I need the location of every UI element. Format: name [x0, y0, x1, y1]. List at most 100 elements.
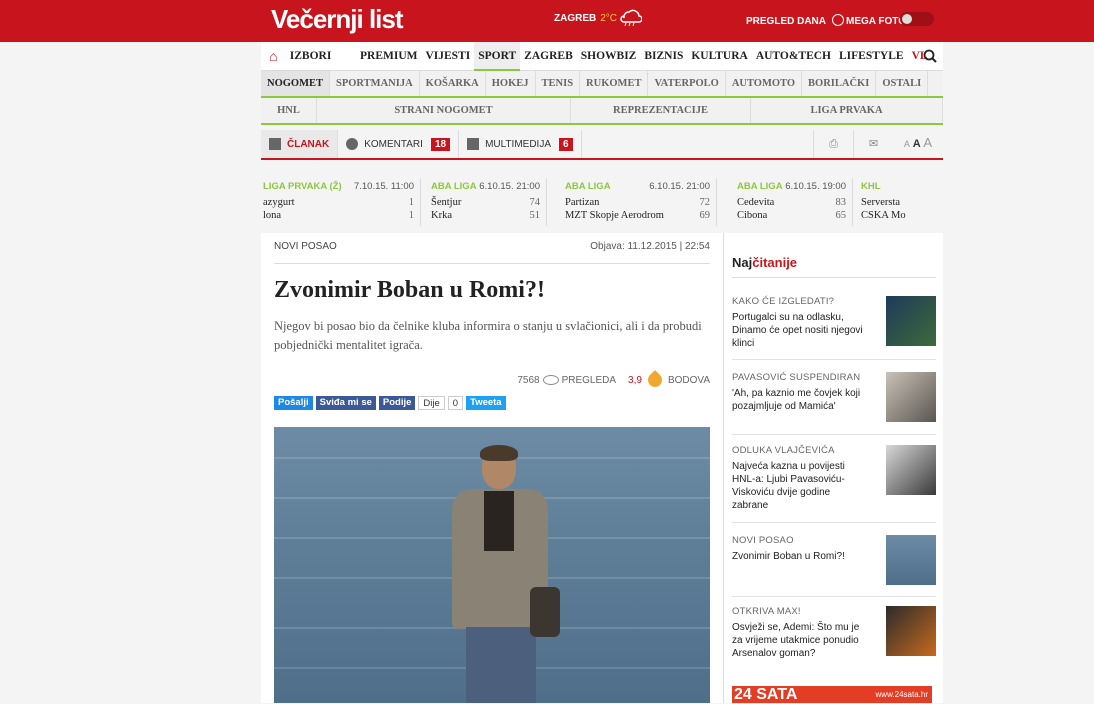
score-card[interactable]: ABA LIGA 6.10.15. 21:00 Partizan 72 MZT Sk… [547, 178, 717, 226]
score-value: 69 [699, 210, 711, 221]
nav-item-showbiz[interactable]: SHOWBIZ [577, 42, 641, 71]
nav-item-kultura[interactable]: KULTURA [687, 42, 751, 71]
most-read-item[interactable]: KAKO ĆE IZGLEDATI? Portugalci su na odla… [732, 296, 936, 360]
cloud-icon [620, 9, 642, 26]
article-category[interactable]: NOVI POSAO [274, 241, 337, 252]
tweet-button[interactable]: Tweeta [466, 396, 506, 410]
subnav-hokej[interactable]: HOKEJ [486, 71, 536, 96]
font-small-button[interactable]: A [904, 139, 910, 149]
article-stats: 7568 PREGLEDA 3,9 BODOVA [517, 370, 710, 390]
subnav-rukomet[interactable]: RUKOMET [580, 71, 649, 96]
subsub-liga-prvaka[interactable]: LIGA PRVAKA [751, 98, 943, 123]
font-large-button[interactable]: A [923, 135, 932, 150]
most-read-item[interactable]: NOVI POSAO Zvonimir Boban u Romi?! [732, 535, 936, 597]
subnav-tenis[interactable]: TENIS [536, 71, 581, 96]
nav-item-sport[interactable]: SPORT [474, 41, 521, 71]
item-headline: Osvježi se, Ademi: Što mu je za vrijeme … [732, 622, 860, 659]
24sata-logo: 24 SATA [734, 685, 798, 703]
article-tools: ⎙ ✉ A A A [813, 130, 943, 158]
score-value: 51 [529, 210, 541, 221]
pregled-dana-link[interactable]: PREGLED DANA [746, 16, 826, 27]
font-medium-button[interactable]: A [913, 138, 921, 150]
nav-item-izbori[interactable]: IZBORI 2015. [286, 42, 356, 91]
item-thumbnail [886, 372, 936, 422]
nav-item-vijesti[interactable]: VIJESTI [421, 42, 474, 71]
theme-toggle[interactable] [900, 12, 934, 26]
score-card[interactable]: ABA LIGA 6.10.15. 19:00 Cedevita 83 Cibona… [717, 178, 853, 226]
search-icon[interactable] [923, 49, 937, 63]
article-tabs: ČLANAK KOMENTARI 18 MULTIMEDIJA 6 ⎙ ✉ A A … [261, 130, 943, 160]
weather-widget[interactable]: ZAGREB 2°C [554, 13, 617, 24]
score-team: Cibona [737, 210, 768, 221]
rating-value: 3,9 [628, 374, 642, 386]
score-team: Partizan [565, 197, 600, 208]
most-read-sidebar: Najčitanije KAKO ĆE IZGLEDATI? Portugalc… [723, 233, 943, 703]
24sata-url: www.24sata.hr [875, 690, 928, 699]
home-icon[interactable]: ⌂ [261, 48, 286, 64]
font-size-control: A A A [893, 129, 943, 159]
tab-komentari[interactable]: KOMENTARI 18 [338, 130, 460, 158]
subsub-strani[interactable]: STRANI NOGOMET [317, 98, 571, 123]
nav-item-lifestyle[interactable]: LIFESTYLE [835, 42, 908, 71]
rating-icon[interactable] [645, 370, 665, 390]
24sata-banner[interactable]: 24 SATA www.24sata.hr [732, 686, 932, 703]
tab-multimedija-label: MULTIMEDIJA [485, 138, 551, 150]
subnav-vaterpolo[interactable]: VATERPOLO [648, 71, 726, 96]
views-label: PREGLEDA [561, 374, 617, 386]
tab-komentari-label: KOMENTARI [364, 138, 423, 150]
item-thumbnail [886, 606, 936, 656]
site-logo[interactable]: Večernji list [271, 4, 404, 35]
most-read-item[interactable]: ODLUKA VLAJČEVIĆA Najveća kazna u povije… [732, 445, 936, 523]
article-photo[interactable] [274, 427, 710, 703]
score-team: CSKA Mo [861, 210, 906, 221]
subnav-nogomet[interactable]: NOGOMET [261, 71, 331, 96]
mail-icon[interactable]: ✉ [853, 130, 893, 158]
item-headline: Zvonimir Boban u Romi?! [732, 551, 845, 562]
score-league: LIGA PRVAKA (Ž) [263, 181, 342, 192]
subnav-sportmanija[interactable]: SPORTMANIJA [330, 71, 420, 96]
rating-label: BODOVA [667, 374, 710, 386]
score-team: lona [263, 210, 282, 221]
subsub-reprezentacije[interactable]: REPREZENTACIJE [571, 98, 751, 123]
tab-clanak[interactable]: ČLANAK [261, 130, 339, 158]
nogomet-subnav: HNL STRANI NOGOMET REPREZENTACIJE LIGA P… [261, 98, 943, 125]
subnav-ostali[interactable]: OSTALI [876, 71, 929, 96]
top-header: Večernji list ZAGREB 2°C PREGLED DANA MEGA… [0, 0, 1094, 42]
score-card[interactable]: LIGA PRVAKA (Ž) 7.10.15. 11:00 azygurt 1 l… [261, 178, 421, 226]
camera-icon [467, 138, 480, 150]
facebook-like-button[interactable]: Sviđa mi se [315, 396, 376, 410]
most-read-title-b: čitanije [752, 255, 798, 270]
eye-icon [542, 375, 559, 385]
most-read-item[interactable]: OTKRIVA MAX! Osvježi se, Ademi: Što mu j… [732, 606, 936, 670]
top-links: PREGLED DANA MEGA FOTO [746, 14, 908, 27]
print-icon[interactable]: ⎙ [813, 130, 853, 158]
gplus-share-button[interactable]: Dije [418, 396, 445, 410]
score-card[interactable]: KHL Serversta CSKA Mo [853, 178, 921, 226]
most-read-title: Najčitanije [732, 255, 797, 270]
score-value: 1 [408, 210, 414, 221]
tab-multimedija[interactable]: MULTIMEDIJA 6 [459, 130, 582, 158]
messenger-send-button[interactable]: Pošalji [274, 396, 313, 410]
score-league: ABA LIGA [431, 181, 477, 192]
subsub-hnl[interactable]: HNL [261, 98, 317, 123]
score-value: 1 [408, 197, 414, 208]
score-date: 7.10.15. 11:00 [353, 181, 414, 192]
subnav-automoto[interactable]: AUTOMOTO [726, 71, 803, 96]
subnav-kosarka[interactable]: KOŠARKA [420, 71, 486, 96]
item-thumbnail [886, 445, 936, 495]
score-value: 74 [529, 197, 541, 208]
most-read-item[interactable]: PAVASOVIĆ SUSPENDIRAN 'Ah, pa kaznio me … [732, 372, 936, 435]
mega-foto-link[interactable]: MEGA FOTO [846, 16, 906, 27]
facebook-share-button[interactable]: Podije [378, 396, 416, 410]
nav-item-premium[interactable]: PREMIUM [356, 42, 422, 71]
score-team: MZT Skopje Aerodrom [565, 210, 664, 221]
subnav-borilacki[interactable]: BORILAČKI [802, 71, 877, 96]
score-value: 65 [835, 210, 847, 221]
score-value: 72 [699, 197, 711, 208]
nav-item-autotech[interactable]: AUTO&TECH [752, 42, 835, 71]
nav-item-biznis[interactable]: BIZNIS [640, 42, 687, 71]
score-card[interactable]: ABA LIGA 6.10.15. 21:00 Šentjur 74 Krka 51 [421, 178, 547, 226]
main-nav: ⌂ IZBORI 2015. PREMIUM VIJESTI SPORT ZAG… [261, 41, 943, 92]
article-title: Zvonimir Boban u Romi?! [274, 277, 545, 303]
nav-item-zagreb[interactable]: ZAGREB [520, 42, 577, 71]
